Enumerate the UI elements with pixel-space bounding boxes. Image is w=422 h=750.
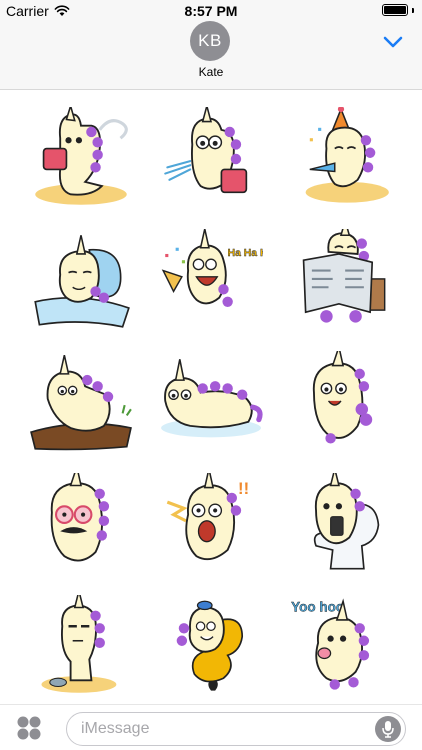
battery-icon — [382, 4, 408, 16]
sticker-grid: Ha Ha Ha Ha — [18, 98, 404, 708]
sticker-unicorn-disguise-mustache[interactable] — [18, 464, 144, 586]
battery-fill — [384, 6, 406, 14]
status-bar: Carrier 8:57 PM — [0, 0, 422, 22]
sticker-unicorn-on-toilet-phone[interactable] — [278, 464, 404, 586]
sticker-unicorn-seahorse-ride[interactable] — [148, 586, 274, 708]
sticker-unicorn-laughing-confetti[interactable]: Ha Ha Ha Ha — [148, 220, 274, 342]
message-field[interactable] — [66, 712, 406, 746]
app-drawer-icon[interactable] — [16, 715, 42, 741]
microphone-icon — [382, 721, 394, 738]
sticker-unicorn-grumpy[interactable] — [18, 586, 144, 708]
sticker-caption: Yoo hoo — [291, 600, 344, 615]
sticker-unicorn-waving[interactable] — [278, 342, 404, 464]
sticker-unicorn-spitting-coffee[interactable] — [148, 98, 274, 220]
sticker-unicorn-lying-down[interactable] — [148, 342, 274, 464]
battery-tip — [412, 7, 414, 13]
avatar-initials: KB — [198, 31, 222, 50]
microphone-button[interactable] — [375, 716, 401, 742]
message-input-bar — [0, 704, 422, 750]
contact-avatar[interactable]: KB — [190, 21, 230, 61]
sticker-caption: Ha Ha Ha Ha — [228, 248, 263, 259]
contact-name[interactable]: Kate — [0, 65, 422, 79]
sticker-caption: !! — [238, 479, 249, 498]
sticker-unicorn-yoohoo[interactable]: Yoo hoo — [278, 586, 404, 708]
battery-status — [382, 4, 414, 16]
sticker-unicorn-reading-newspaper[interactable] — [278, 220, 404, 342]
status-time: 8:57 PM — [184, 3, 238, 19]
sticker-unicorn-pillow[interactable] — [18, 220, 144, 342]
sticker-unicorn-surprised[interactable]: !! — [148, 464, 274, 586]
chevron-down-icon[interactable] — [382, 34, 404, 50]
sticker-unicorn-drinking-coffee[interactable] — [18, 98, 144, 220]
sticker-unicorn-party-horn[interactable] — [278, 98, 404, 220]
imessage-input[interactable] — [81, 713, 371, 745]
sticker-unicorn-digging-mud[interactable] — [18, 342, 144, 464]
